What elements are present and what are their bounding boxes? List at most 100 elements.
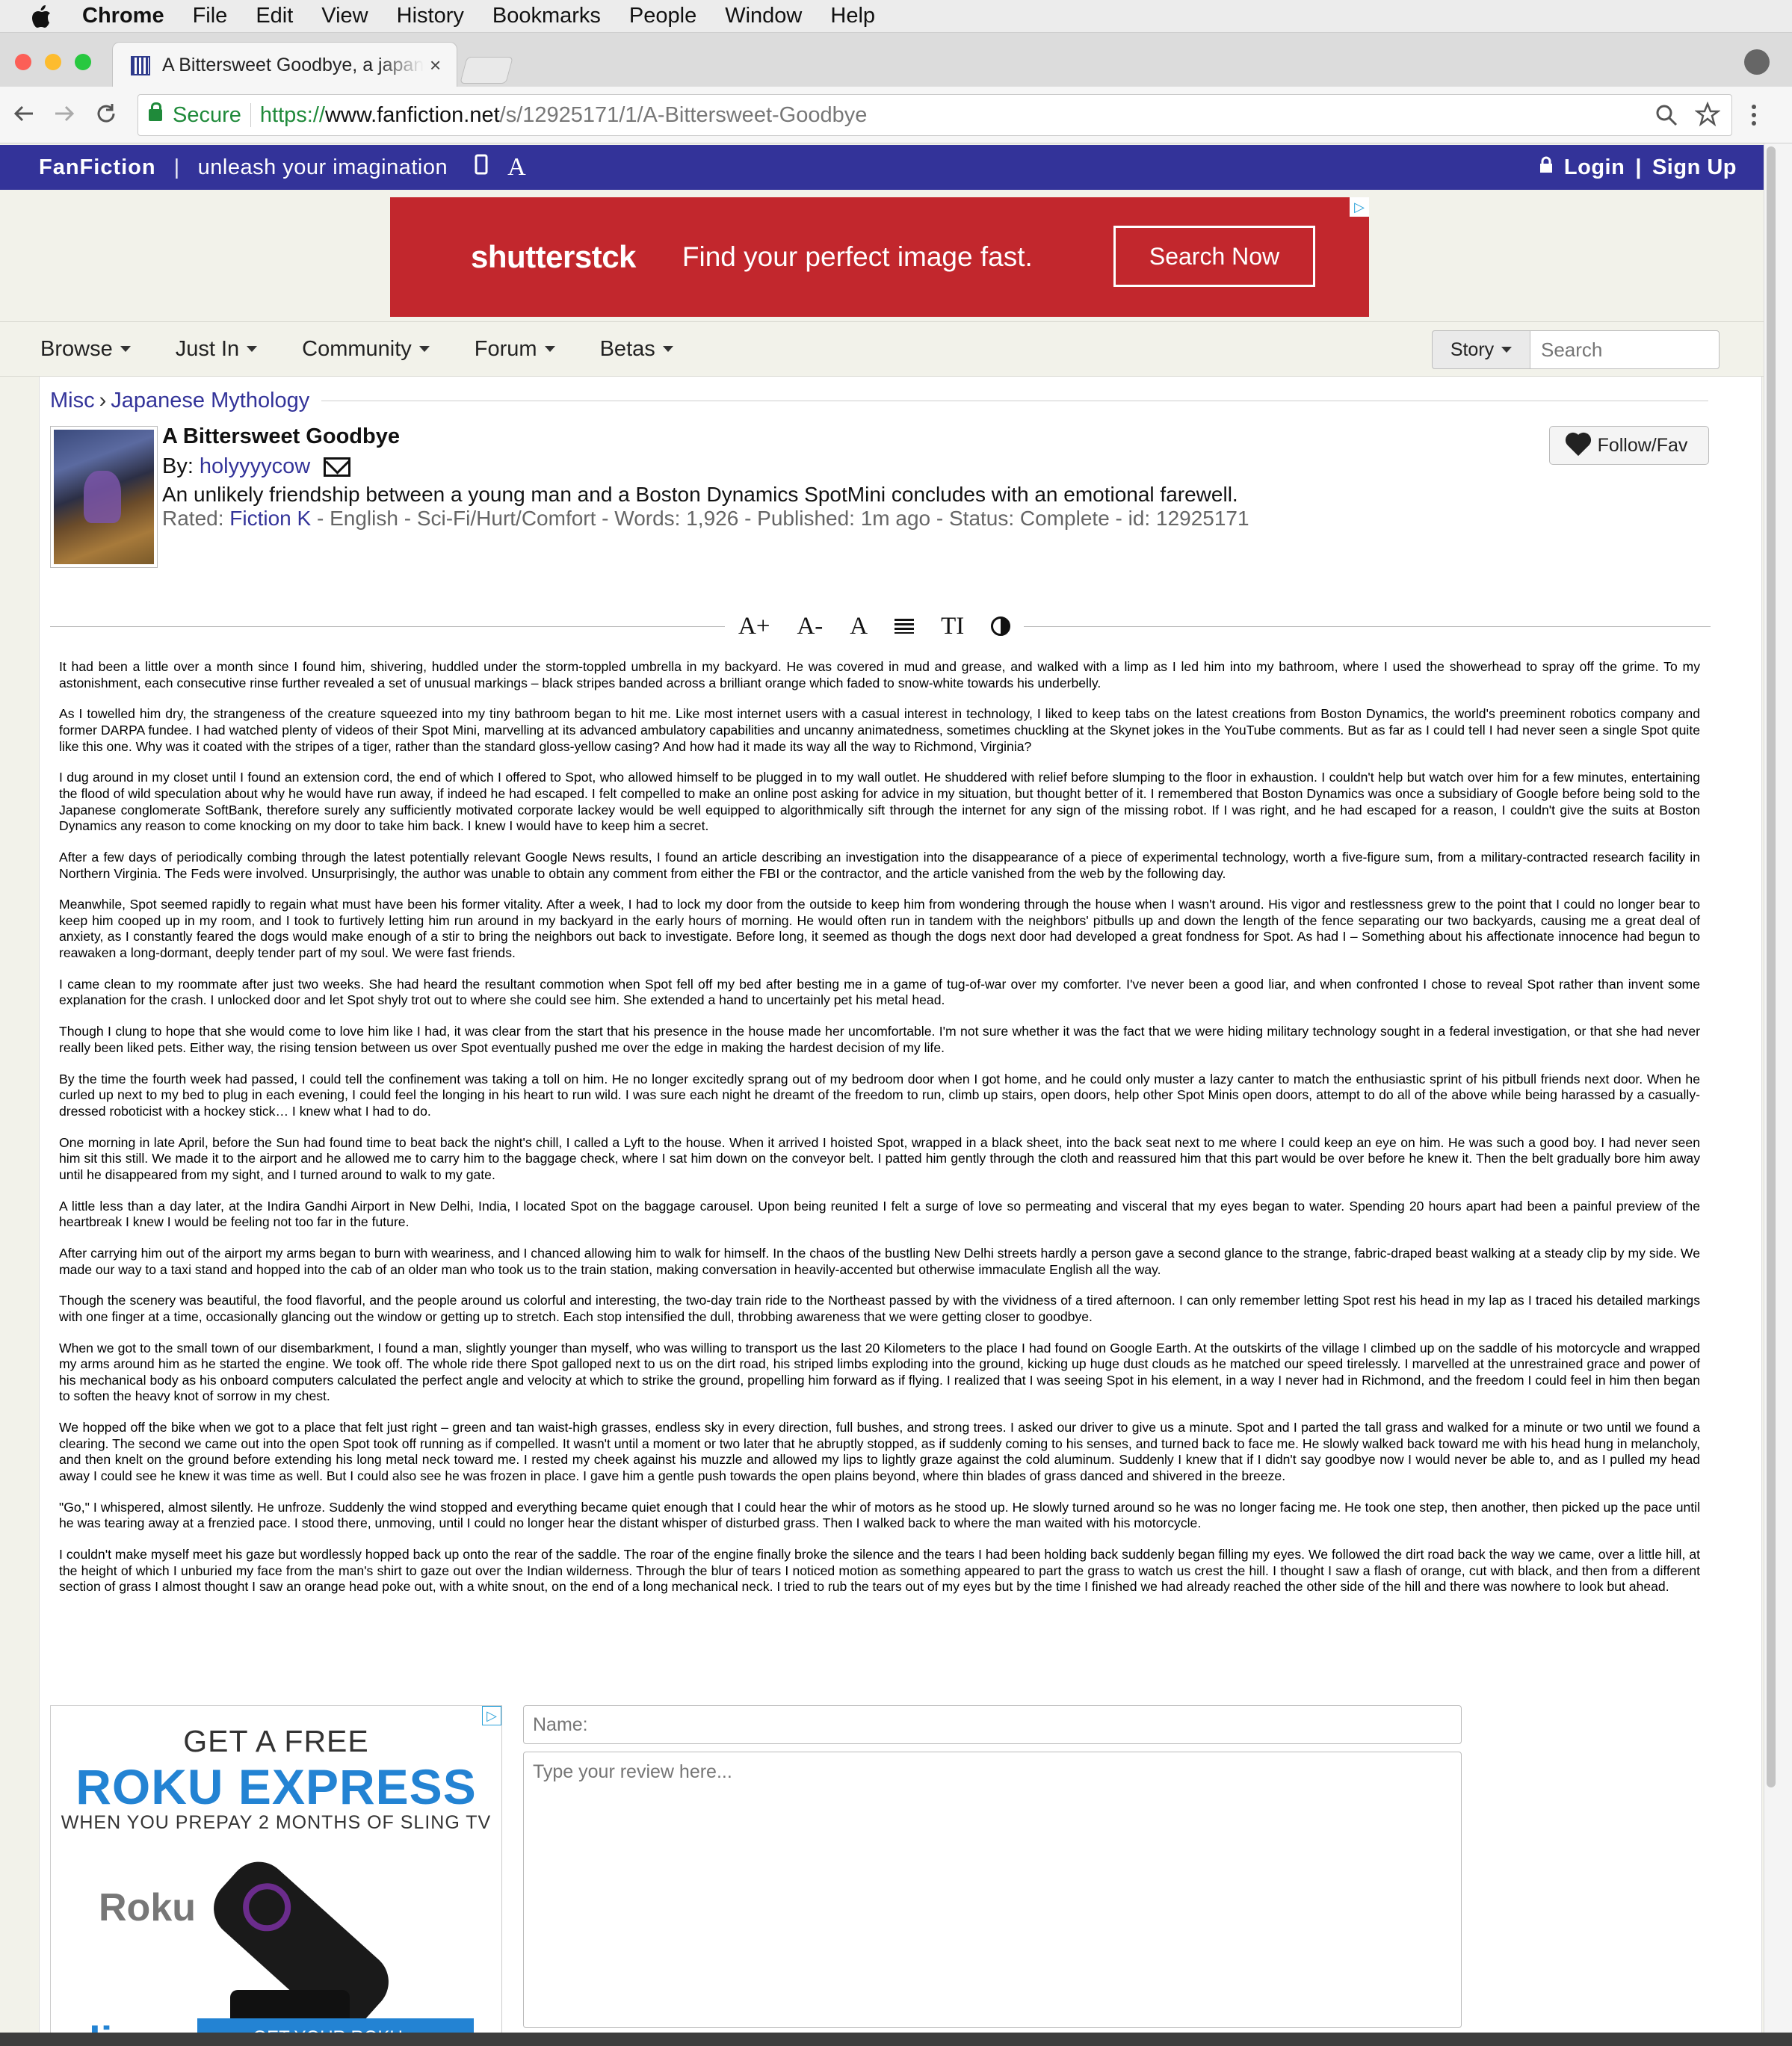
address-bar[interactable]: Secure https:// www.fanfiction.net /s/12… [138,94,1732,136]
story-meta-details: - English - Sci-Fi/Hurt/Comfort - Words:… [317,507,1249,530]
story-meta: Rated: Fiction K - English - Sci-Fi/Hurt… [162,507,1249,531]
lock-icon [1539,155,1554,180]
menu-people[interactable]: People [629,4,696,28]
caret-down-icon [120,346,131,352]
zoom-window-button[interactable] [75,54,91,70]
story-paragraph: I dug around in my closet until I found … [59,770,1700,834]
nav-forum-label: Forum [474,336,537,361]
line-spacing-button[interactable] [895,619,915,634]
story-paragraph: Though the scenery was beautiful, the fo… [59,1293,1700,1324]
menu-window[interactable]: Window [725,4,802,28]
caret-down-icon [247,346,258,352]
nav-betas-label: Betas [599,336,655,361]
lock-icon [149,102,162,121]
story-text: It had been a little over a month since … [59,659,1700,1610]
close-window-button[interactable] [15,54,31,70]
contrast-icon [991,616,1011,636]
adchoices-icon[interactable]: ▷ [1350,197,1369,217]
breadcrumb: Misc › Japanese Mythology [50,389,309,413]
forward-icon[interactable] [52,102,76,132]
story-paragraph: By the time the fourth week had passed, … [59,1071,1700,1119]
story-paragraph: As I towelled him dry, the strangeness o… [59,706,1700,754]
review-textarea[interactable] [523,1752,1462,2028]
font-face-button[interactable]: A [850,613,868,640]
site-tagline: unleash your imagination [197,155,448,179]
font-size-down-button[interactable]: A- [797,613,823,640]
ad-tagline: Find your perfect image fast. [682,241,1033,272]
author-link[interactable]: holyyyycow [200,454,310,479]
new-tab-button[interactable] [460,57,513,84]
tab-title: A Bittersweet Goodbye, a japanese mythol… [162,55,424,75]
mobile-icon[interactable] [475,154,488,181]
story-paragraph: After a few days of periodically combing… [59,849,1700,881]
caret-down-icon [418,346,430,352]
follow-fav-button[interactable]: Follow/Fav [1549,426,1709,465]
reader-tools: A+ A- A TI [725,610,1025,643]
menu-file[interactable]: File [193,4,228,28]
auth-divider: | [1635,155,1642,179]
secure-label: Secure [173,102,241,127]
menu-icon[interactable] [1750,103,1758,134]
profile-avatar-icon[interactable] [1744,49,1770,75]
back-icon[interactable] [12,102,36,132]
menu-view[interactable]: View [321,4,368,28]
signup-link[interactable]: Sign Up [1652,155,1737,180]
apple-icon[interactable] [28,2,54,31]
rated-label: Rated: [162,507,224,530]
reload-icon[interactable] [94,102,118,132]
nav-forum[interactable]: Forum [475,337,555,362]
url-path: /s/12925171/1/A-Bittersweet-Goodbye [499,102,868,127]
nav-community[interactable]: Community [302,337,430,362]
story-paragraph: After carrying him out of the airport my… [59,1245,1700,1277]
menu-chrome[interactable]: Chrome [82,4,164,28]
search-type-label: Story [1450,339,1495,360]
ad-search-now-button[interactable]: Search Now [1113,226,1315,287]
banner-ad[interactable]: shutterstck Find your perfect image fast… [390,197,1369,317]
zoom-icon[interactable] [1654,103,1678,134]
login-link[interactable]: Login [1564,155,1625,180]
scrollbar-thumb[interactable] [1767,146,1776,1787]
menu-edit[interactable]: Edit [256,4,293,28]
nav-community-label: Community [302,336,412,361]
nav-betas[interactable]: Betas [600,337,673,362]
by-label: By: [162,454,194,478]
mail-icon[interactable] [324,457,351,477]
lines-icon [895,619,915,634]
breadcrumb-separator: › [99,389,107,412]
caret-down-icon [544,346,555,352]
text-width-button[interactable]: TI [941,613,964,640]
breadcrumb-japanese-mythology[interactable]: Japanese Mythology [111,389,309,413]
review-name-input[interactable] [523,1705,1462,1744]
story-paragraph: Though I clung to hope that she would co… [59,1024,1700,1055]
ad-subline: WHEN YOU PREPAY 2 MONTHS OF SLING TV [61,1812,492,1833]
story-summary: An unlikely friendship between a young m… [162,483,1238,506]
minimize-window-button[interactable] [45,54,61,70]
nav-browse[interactable]: Browse [40,337,131,362]
nav-just-in-label: Just In [175,336,240,361]
story-cover-image[interactable] [50,426,158,568]
search-input[interactable] [1530,330,1720,369]
site-logo[interactable]: FanFiction [39,155,156,180]
story-paragraph: I couldn't make myself meet his gaze but… [59,1547,1700,1595]
tab-close-icon[interactable]: × [430,54,441,77]
breadcrumb-misc[interactable]: Misc [50,389,95,413]
browser-tab[interactable]: A Bittersweet Goodbye, a japanese mythol… [112,42,457,88]
story-paragraph: We hopped off the bike when we got to a … [59,1420,1700,1483]
font-size-up-button[interactable]: A+ [738,613,770,640]
roku-ad[interactable]: ▷ GET A FREE ROKU EXPRESS WHEN YOU PREPA… [50,1705,502,2046]
menu-help[interactable]: Help [830,4,875,28]
mac-menubar: Chrome File Edit View History Bookmarks … [0,0,1792,33]
story-paragraph: It had been a little over a month since … [59,659,1700,690]
rating-link[interactable]: Fiction K [229,507,311,530]
star-icon[interactable] [1694,101,1721,134]
adchoices-icon[interactable]: ▷ [482,1706,501,1725]
ad-headline: GET A FREE [183,1724,369,1758]
menu-history[interactable]: History [397,4,464,28]
menu-bookmarks[interactable]: Bookmarks [492,4,601,28]
fanfiction-favicon-icon [131,55,150,75]
search-type-select[interactable]: Story [1432,330,1530,369]
heart-icon [1567,434,1589,457]
font-icon[interactable]: A [507,153,526,182]
nav-just-in[interactable]: Just In [175,336,258,362]
contrast-button[interactable] [991,616,1011,636]
